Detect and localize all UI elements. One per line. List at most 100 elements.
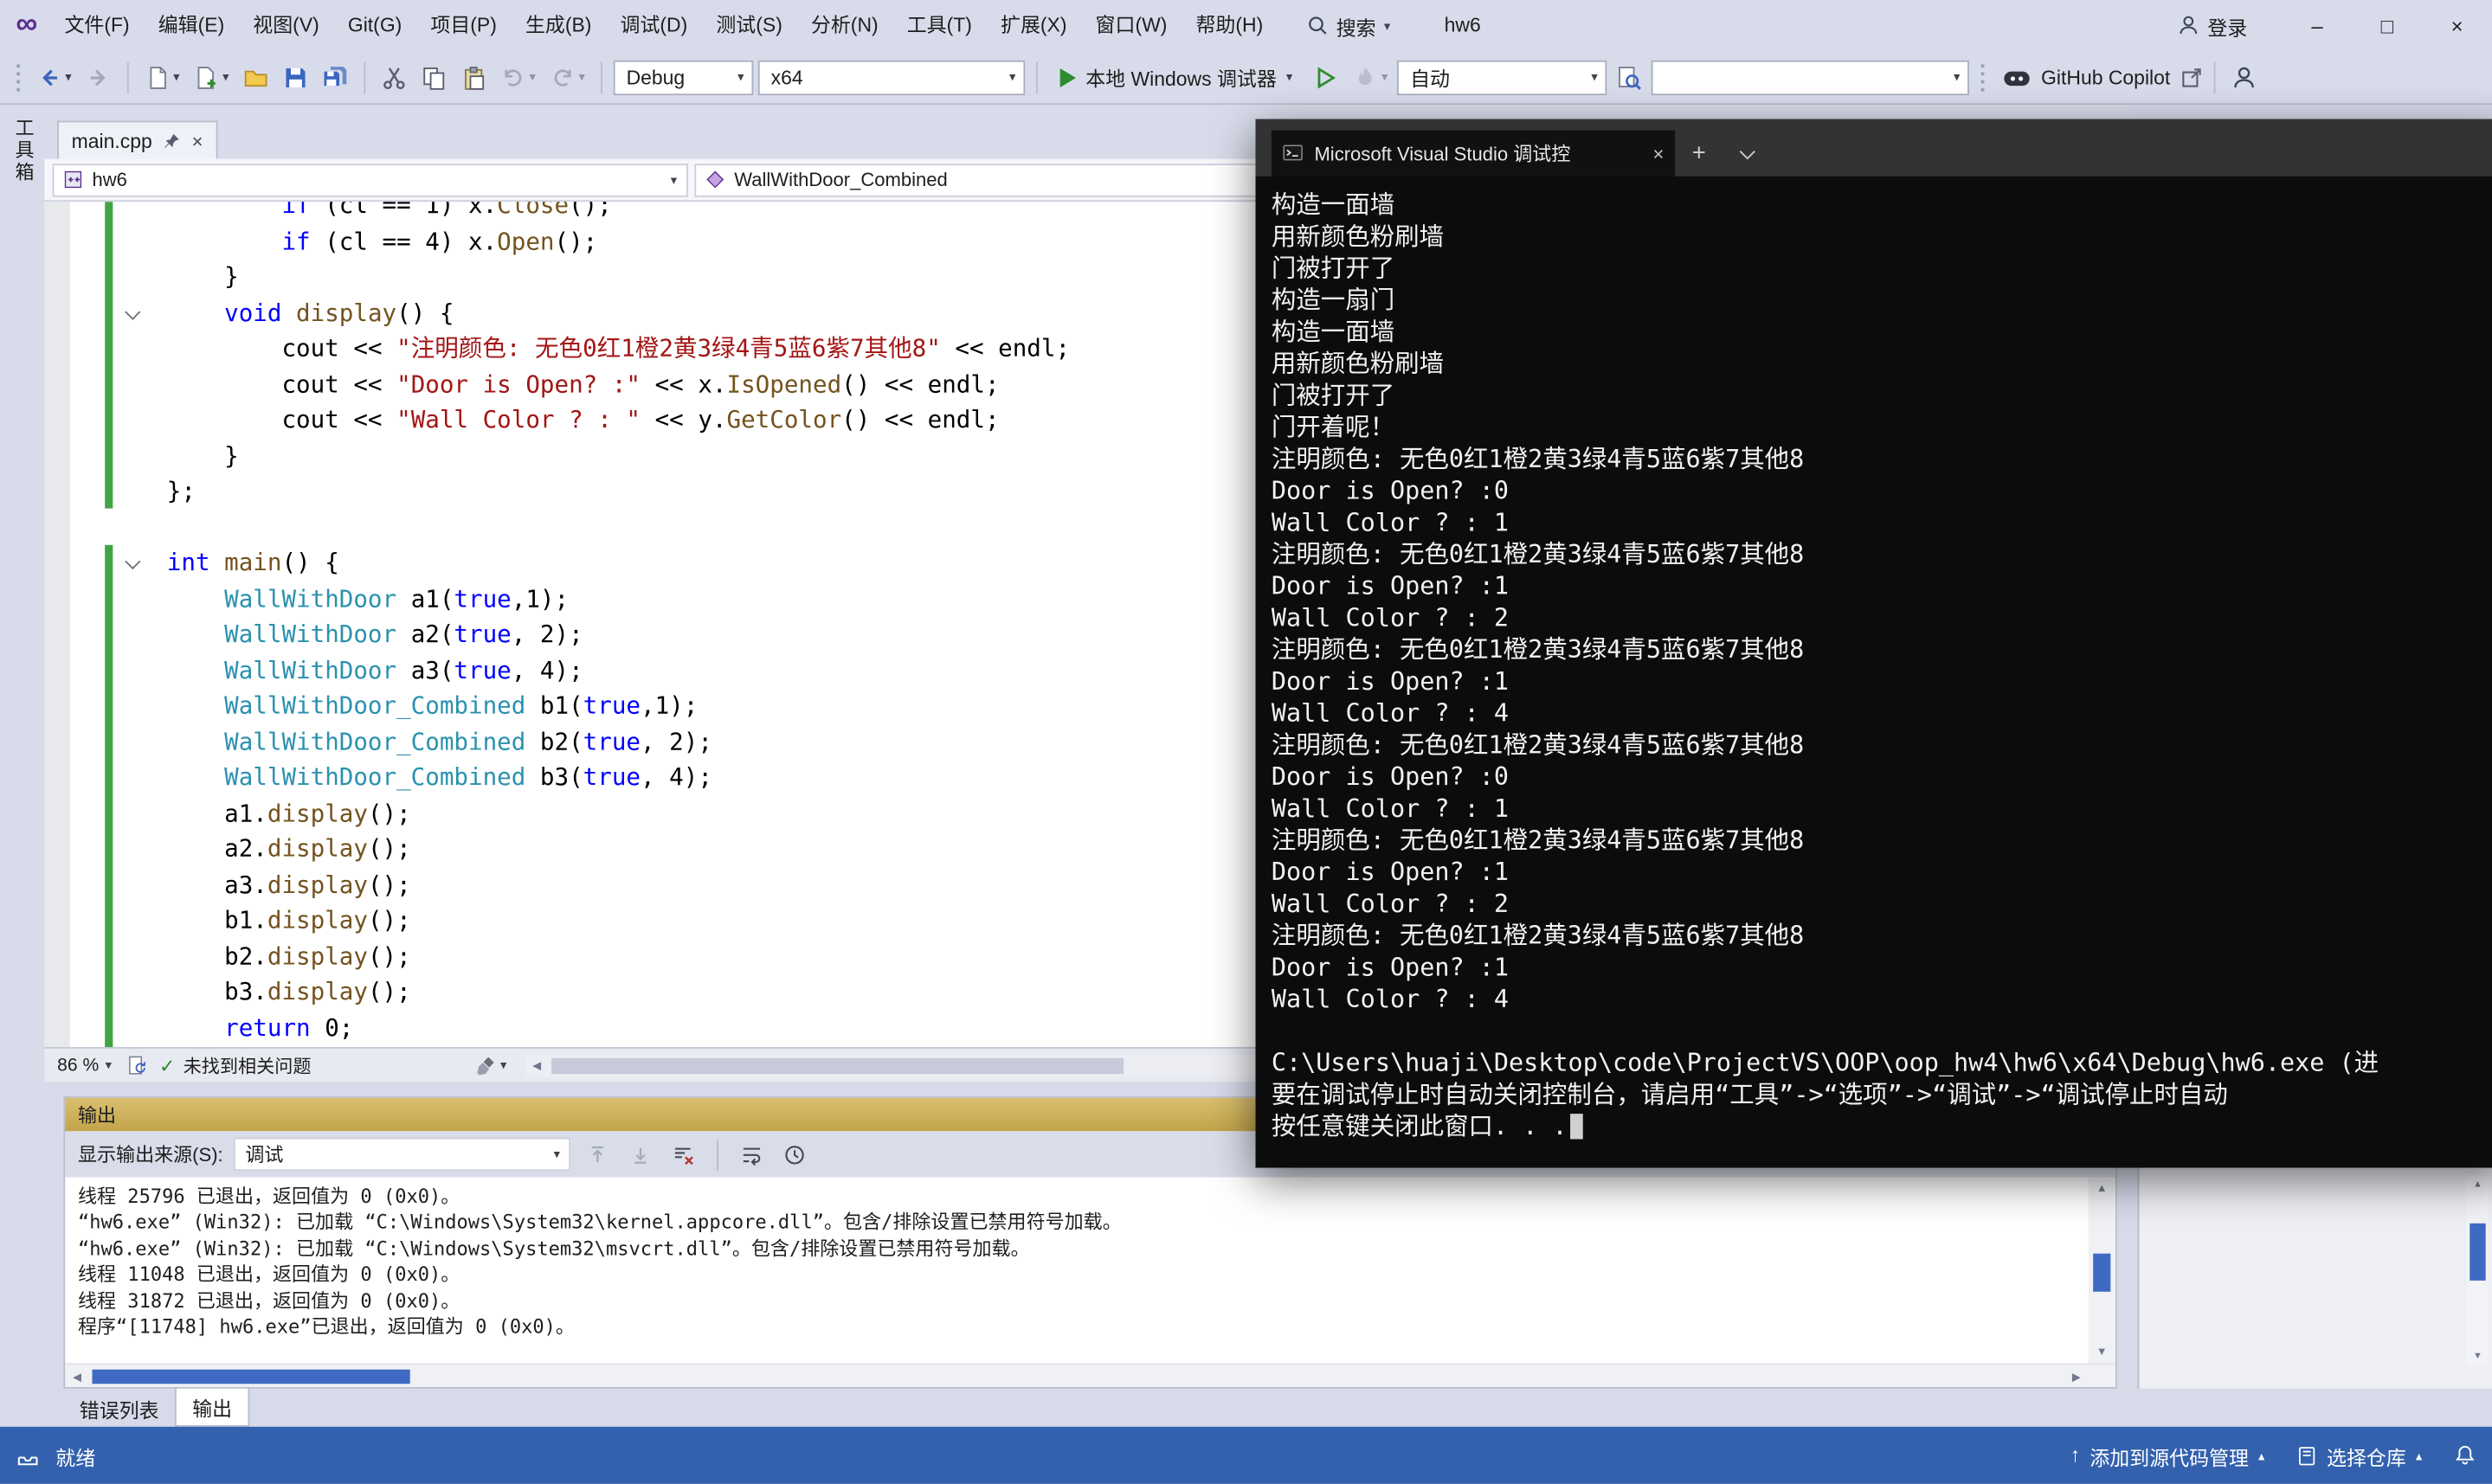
new-file-button[interactable]: ▾ (140, 58, 184, 96)
scroll-down-icon[interactable]: ▼ (2089, 1341, 2115, 1364)
scroll-left-icon[interactable]: ◀ (65, 1365, 89, 1389)
undo-button[interactable]: ▾ (496, 58, 540, 96)
find-in-files-button[interactable] (1612, 58, 1646, 96)
next-message-button[interactable] (625, 1139, 657, 1171)
menu-item[interactable]: 测试(S) (702, 0, 797, 51)
code-cleanup-button[interactable]: ▾ (470, 1046, 512, 1084)
add-account-button[interactable] (2226, 58, 2261, 96)
console-line: 注明颜色: 无色0红1橙2黄3绿4青5蓝6紫7其他8 (1272, 920, 2492, 952)
toolbar-separator (2213, 61, 2215, 93)
open-folder-button[interactable] (239, 58, 274, 96)
pin-icon[interactable] (164, 132, 181, 149)
tab-output[interactable]: 输出 (175, 1389, 249, 1427)
find-combobox[interactable]: ▾ (1652, 60, 1969, 94)
output-horizontal-scrollbar[interactable]: ◀ ▶ (65, 1363, 2115, 1387)
auto-combobox[interactable]: 自动 ▾ (1397, 60, 1607, 94)
console-tab-close-icon[interactable]: × (1653, 142, 1665, 164)
document-tab-main-cpp[interactable]: main.cpp × (57, 121, 217, 159)
right-panel-scrollbar[interactable]: ▲ ▼ (2467, 1176, 2489, 1366)
paste-button[interactable] (456, 58, 491, 96)
timestamp-button[interactable] (779, 1139, 811, 1171)
configuration-value: Debug (627, 66, 686, 88)
scroll-left-icon[interactable]: ◀ (525, 1054, 548, 1076)
console-tab-dropdown-button[interactable] (1723, 131, 1770, 177)
cut-icon (382, 64, 407, 89)
menu-item[interactable]: 编辑(E) (144, 0, 239, 51)
save-all-button[interactable] (318, 58, 352, 96)
console-tab[interactable]: Microsoft Visual Studio 调试控 × (1272, 131, 1675, 177)
caret-up-icon: ▴ (2416, 1449, 2422, 1463)
code-health-indicator[interactable]: ✓ 未找到相关问题 (159, 1052, 311, 1077)
scrollbar-thumb[interactable] (92, 1370, 409, 1384)
hot-reload-button[interactable]: ▾ (1348, 58, 1392, 96)
toolbar-grip-handle[interactable] (1979, 61, 1987, 93)
chevron-down-icon: ▾ (173, 70, 179, 85)
menu-item[interactable]: 视图(V) (239, 0, 334, 51)
scroll-up-icon[interactable]: ▲ (2089, 1178, 2115, 1200)
task-center-icon[interactable] (16, 1443, 40, 1468)
console-output[interactable]: 构造一面墙用新颜色粉刷墙门被打开了构造一扇门构造一面墙用新颜色粉刷墙门被打开了门… (1256, 177, 2492, 1168)
start-debugging-button[interactable]: 本地 Windows 调试器 ▾ (1049, 56, 1304, 98)
toolbar-grip-handle[interactable] (15, 61, 23, 93)
close-button[interactable]: × (2422, 0, 2492, 51)
cut-button[interactable] (377, 58, 411, 96)
menu-item[interactable]: 项目(P) (416, 0, 512, 51)
output-content[interactable]: 线程 25796 已退出，返回值为 0 (0x0)。“hw6.exe” (Win… (65, 1178, 2115, 1364)
minimize-button[interactable]: – (2283, 0, 2353, 51)
paste-icon (461, 64, 486, 89)
menu-item[interactable]: 扩展(X) (986, 0, 1081, 51)
menu-item[interactable]: 帮助(H) (1182, 0, 1278, 51)
navigate-back-button[interactable]: ▾ (32, 58, 76, 96)
scroll-up-icon[interactable]: ▲ (2467, 1176, 2489, 1195)
scroll-down-icon[interactable]: ▼ (2467, 1347, 2489, 1366)
output-line: “hw6.exe” (Win32): 已加载 “C:\Windows\Syste… (78, 1210, 2102, 1236)
quick-search-box[interactable]: 搜索 ▾ (1293, 5, 1403, 45)
console-new-tab-button[interactable]: + (1675, 131, 1723, 177)
notifications-bell-icon[interactable] (2454, 1444, 2476, 1467)
project-dropdown[interactable]: hw6 ▾ (53, 163, 688, 196)
fold-chevron-icon[interactable] (125, 304, 140, 319)
add-item-button[interactable]: ▾ (190, 58, 234, 96)
menu-item[interactable]: 窗口(W) (1081, 0, 1182, 51)
menu-item[interactable]: 工具(T) (892, 0, 986, 51)
menu-item[interactable]: Git(G) (333, 0, 416, 51)
menu-item[interactable]: 调试(D) (606, 0, 702, 51)
member-value: WallWithDoor_Combined (734, 169, 948, 191)
copilot-label: GitHub Copilot (2041, 66, 2170, 88)
redo-button[interactable]: ▾ (545, 58, 589, 96)
platform-value: x64 (771, 66, 803, 88)
scrollbar-thumb[interactable] (551, 1057, 1124, 1073)
add-to-source-control-button[interactable]: ↑ 添加到源代码管理 ▴ (2070, 1440, 2265, 1470)
navigate-forward-button[interactable] (81, 58, 116, 96)
scroll-right-icon[interactable]: ▶ (2064, 1365, 2089, 1389)
find-in-files-icon (1617, 64, 1642, 89)
select-repository-button[interactable]: 选择仓库 ▴ (2296, 1440, 2422, 1470)
copy-button[interactable] (416, 58, 451, 96)
zoom-selector[interactable]: 86 % ▾ (53, 1056, 117, 1075)
open-external-icon[interactable] (2180, 66, 2202, 88)
output-source-combobox[interactable]: 调试 ▾ (235, 1138, 571, 1172)
document-sync-icon[interactable] (127, 1055, 148, 1076)
scrollbar-thumb[interactable] (2469, 1224, 2485, 1281)
close-tab-icon[interactable]: × (192, 130, 203, 152)
console-cursor (1570, 1114, 1583, 1139)
solution-platform-combobox[interactable]: x64 ▾ (758, 60, 1025, 94)
word-wrap-button[interactable] (737, 1139, 769, 1171)
save-button[interactable] (278, 58, 312, 96)
menu-item[interactable]: 生成(B) (511, 0, 606, 51)
toolbox-vertical-tab[interactable]: 工具箱 (11, 118, 38, 184)
tab-error-list[interactable]: 错误列表 (63, 1389, 175, 1427)
previous-message-button[interactable] (583, 1139, 615, 1171)
menu-item[interactable]: 文件(F) (50, 0, 144, 51)
sign-in-button[interactable]: 登录 (2177, 10, 2247, 41)
scrollbar-thumb[interactable] (2093, 1254, 2110, 1292)
output-vertical-scrollbar[interactable]: ▲ ▼ (2089, 1178, 2115, 1364)
menu-item[interactable]: 分析(N) (796, 0, 892, 51)
maximize-button[interactable]: □ (2352, 0, 2422, 51)
console-title-bar[interactable]: Microsoft Visual Studio 调试控 × + (1256, 119, 2492, 177)
clear-all-button[interactable] (668, 1139, 700, 1171)
auto-value: 自动 (1410, 62, 1450, 93)
fold-chevron-icon[interactable] (125, 554, 140, 569)
start-without-debugging-button[interactable] (1309, 58, 1343, 96)
solution-configuration-combobox[interactable]: Debug ▾ (614, 60, 754, 94)
